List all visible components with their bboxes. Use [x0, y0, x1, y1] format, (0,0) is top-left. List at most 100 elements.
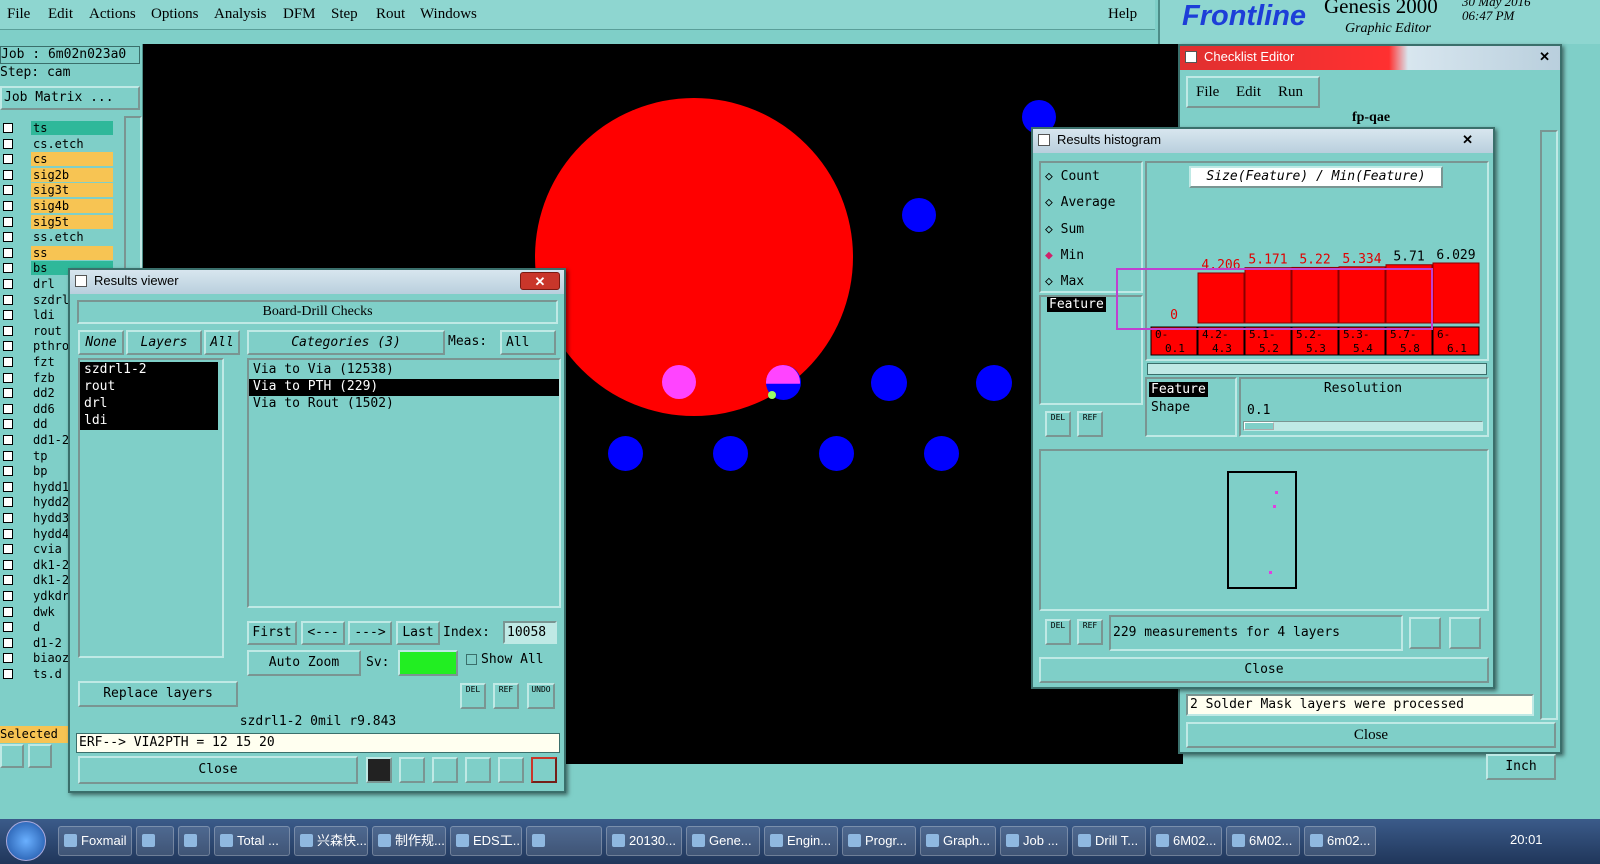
notes-icon[interactable] [498, 757, 524, 783]
category-item[interactable]: Via to PTH (229) [249, 379, 559, 396]
layer-checkbox[interactable] [3, 372, 13, 383]
none-button[interactable]: None [78, 330, 124, 355]
result-layer-item[interactable]: ldi [80, 413, 218, 430]
menu-step[interactable]: Step [331, 6, 358, 23]
layer-checkbox[interactable] [3, 591, 13, 601]
histogram-titlebar[interactable]: Results histogram ✕ [1033, 129, 1493, 153]
layer-checkbox[interactable] [3, 154, 13, 165]
taskbar-button[interactable]: 6M02... [1226, 826, 1300, 856]
layer-checkbox[interactable] [3, 341, 13, 352]
layer-checkbox[interactable] [3, 263, 13, 274]
layer-checkbox[interactable] [3, 201, 13, 211]
index-input[interactable]: 10058 [503, 621, 557, 644]
layer-row[interactable]: ss.etch [0, 229, 118, 245]
taskbar-button[interactable]: Total ... [214, 826, 290, 856]
layer-checkbox[interactable] [3, 325, 13, 336]
feature-item[interactable]: Feature [1047, 297, 1106, 312]
layer-checkbox[interactable] [3, 138, 13, 149]
mode-sum[interactable]: ◇ Sum [1045, 222, 1084, 237]
layer-checkbox[interactable] [3, 123, 13, 133]
layer-checkbox[interactable] [3, 481, 13, 492]
layer-checkbox[interactable] [3, 357, 13, 367]
menu-dfm[interactable]: DFM [283, 6, 316, 23]
show-all-checkbox[interactable] [466, 654, 477, 665]
layer-checkbox[interactable] [3, 169, 13, 180]
taskbar-button[interactable]: Engin... [764, 826, 838, 856]
category-item[interactable]: Via to Via (12538) [249, 362, 559, 379]
taskbar-button[interactable] [178, 826, 210, 856]
menu-analysis[interactable]: Analysis [214, 6, 267, 23]
layer-checkbox[interactable] [3, 575, 13, 586]
layer-checkbox[interactable] [3, 247, 13, 258]
mode-count[interactable]: ◇ Count [1045, 169, 1100, 184]
layer-checkbox[interactable] [3, 419, 13, 430]
category-item[interactable]: Via to Rout (1502) [249, 396, 559, 413]
taskbar-button[interactable]: EDS工... [450, 826, 522, 856]
layer-checkbox[interactable] [3, 185, 13, 196]
all-layers-button[interactable]: All [204, 330, 240, 355]
layer-checkbox[interactable] [3, 466, 13, 477]
results-viewer-close-button[interactable]: Close [78, 756, 358, 784]
checklist-menu-file[interactable]: File [1196, 84, 1219, 101]
layer-checkbox[interactable] [3, 606, 13, 617]
zoom-prev-icon[interactable] [1409, 617, 1441, 649]
layer-checkbox[interactable] [3, 669, 13, 679]
layer-checkbox[interactable] [3, 279, 13, 289]
taskbar-button[interactable]: 制作规... [372, 826, 446, 856]
results-viewer-titlebar[interactable]: Results viewer ✕ [70, 270, 564, 294]
clear-icon[interactable] [432, 757, 458, 783]
histogram-close-button[interactable]: Close [1039, 657, 1489, 683]
categories-button[interactable]: Categories (3) [247, 330, 445, 355]
layer-checkbox[interactable] [3, 403, 13, 414]
del-button[interactable]: DEL [460, 683, 486, 709]
mode-max[interactable]: ◇ Max [1045, 274, 1084, 289]
result-layer-item[interactable]: szdrl1-2 [80, 362, 218, 379]
result-layer-item[interactable]: drl [80, 396, 218, 413]
mode-min[interactable]: ◆ Min [1045, 248, 1084, 263]
layer-row[interactable]: sig3t [0, 182, 118, 198]
meas-dropdown[interactable]: All [500, 330, 556, 355]
undo-button[interactable]: UNDO [527, 683, 555, 709]
layer-row[interactable]: ts [0, 120, 118, 136]
menu-options[interactable]: Options [151, 6, 199, 23]
taskbar-button[interactable]: 20130... [606, 826, 682, 856]
layer-row[interactable]: cs.etch [0, 136, 118, 152]
checklist-scrollbar[interactable] [1540, 130, 1558, 720]
layer-checkbox[interactable] [3, 232, 13, 243]
close-icon[interactable]: ✕ [1539, 46, 1550, 68]
layer-checkbox[interactable] [3, 388, 13, 399]
taskbar-button[interactable]: Gene... [686, 826, 760, 856]
tool-icon-1[interactable] [0, 744, 24, 768]
close-icon[interactable]: ✕ [1462, 129, 1473, 151]
menu-edit[interactable]: Edit [48, 6, 73, 23]
taskbar-button[interactable]: 兴森快... [294, 826, 368, 856]
taskbar-button[interactable]: 6M02... [1150, 826, 1222, 856]
result-layers-list[interactable]: szdrl1-2 rout drl ldi [78, 358, 224, 658]
ref-button[interactable]: REF [493, 683, 519, 709]
menu-rout[interactable]: Rout [376, 6, 405, 23]
next-button[interactable]: ---> [348, 621, 392, 645]
taskbar-button[interactable] [526, 826, 602, 856]
first-button[interactable]: First [247, 621, 297, 645]
hist-ref-button-2[interactable]: REF [1077, 619, 1103, 645]
layer-row[interactable]: sig5t [0, 214, 118, 230]
layer-checkbox[interactable] [3, 544, 13, 555]
menu-file[interactable]: File [7, 6, 30, 23]
shape-item[interactable]: Shape [1151, 400, 1190, 415]
select-icon[interactable] [465, 757, 491, 783]
taskbar-button[interactable]: Foxmail [58, 826, 132, 856]
layer-checkbox[interactable] [3, 528, 13, 539]
checklist-menu-run[interactable]: Run [1278, 84, 1303, 101]
histogram-bar[interactable] [1432, 262, 1480, 324]
categories-list[interactable]: Via to Via (12538) Via to PTH (229) Via to… [247, 358, 561, 608]
histogram-icon[interactable] [531, 757, 557, 783]
layer-row[interactable]: ss [0, 245, 118, 261]
last-button[interactable]: Last [396, 621, 440, 645]
taskbar-button[interactable]: 6m02... [1304, 826, 1376, 856]
report-icon[interactable] [366, 757, 392, 783]
taskbar-button[interactable]: Graph... [920, 826, 996, 856]
layer-checkbox[interactable] [3, 435, 13, 445]
hist-del-button[interactable]: DEL [1045, 411, 1071, 437]
taskbar-button[interactable]: Job ... [1000, 826, 1068, 856]
result-layer-item[interactable]: rout [80, 379, 218, 396]
